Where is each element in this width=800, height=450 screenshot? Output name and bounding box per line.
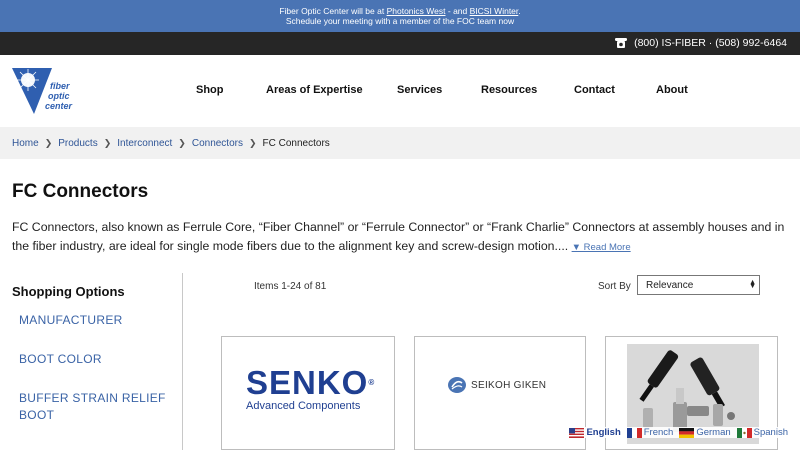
announcement-bar: Fiber Optic Center will be at Photonics …	[0, 0, 800, 32]
sort-select[interactable]: Relevance ▲ ▼	[637, 275, 760, 295]
mexican-flag-icon	[736, 427, 752, 438]
product-card-senko[interactable]: SENKO® Advanced Components	[221, 336, 395, 450]
nav-contact[interactable]: Contact	[574, 84, 615, 96]
registered-mark: ®	[368, 378, 376, 387]
language-german[interactable]: German	[679, 427, 731, 438]
senko-subtitle: Advanced Components	[246, 400, 361, 412]
breadcrumb-home[interactable]: Home	[12, 138, 39, 149]
phone-contact[interactable]: (800) IS-FIBER · (508) 992-6464	[614, 37, 787, 49]
telephone-icon	[615, 38, 628, 48]
french-flag-icon	[626, 427, 642, 438]
sort-caret-icon: ▲ ▼	[749, 279, 756, 290]
contact-bar: (800) IS-FIBER · (508) 992-6464	[0, 32, 800, 55]
nav-about[interactable]: About	[656, 84, 688, 96]
announcement-line-2[interactable]: Schedule your meeting with a member of t…	[0, 16, 800, 26]
senko-brand-text: SENKO	[246, 364, 369, 401]
language-german-label: German	[696, 427, 731, 438]
phone-numbers[interactable]: (800) IS-FIBER · (508) 992-6464	[634, 37, 787, 49]
seikoh-giken-logo: SEIKOH GIKEN	[447, 376, 546, 394]
announcement-line-1: Fiber Optic Center will be at Photonics …	[0, 6, 800, 16]
logo-text-center: center	[45, 101, 73, 111]
seikoh-giken-text: SEIKOH GIKEN	[471, 379, 547, 391]
nav-shop[interactable]: Shop	[196, 84, 224, 96]
senko-logo: SENKO® Advanced Components	[246, 366, 375, 413]
breadcrumb-connectors[interactable]: Connectors	[192, 138, 243, 149]
page-title: FC Connectors	[12, 181, 149, 202]
nav-resources[interactable]: Resources	[481, 84, 537, 96]
language-english-label: English	[586, 427, 621, 438]
chevron-right-icon: ❯	[178, 137, 186, 148]
chevron-right-icon: ❯	[103, 137, 112, 148]
photonics-west-link[interactable]: Photonics West	[387, 6, 446, 16]
announcement-text-mid: - and	[447, 6, 468, 16]
language-french-label: French	[643, 427, 674, 438]
german-flag-icon	[679, 427, 695, 438]
breadcrumb-interconnect[interactable]: Interconnect	[117, 138, 172, 149]
breadcrumb-products[interactable]: Products	[58, 138, 97, 149]
breadcrumb: Home ❯ Products ❯ Interconnect ❯ Connect…	[0, 127, 800, 159]
chevron-right-icon: ❯	[44, 137, 53, 148]
language-spanish[interactable]: Spanish	[736, 427, 788, 438]
seikoh-giken-emblem-icon	[448, 377, 466, 393]
us-flag-icon	[569, 427, 585, 438]
chevron-right-icon: ❯	[248, 137, 257, 148]
announcement-text-end: .	[518, 6, 521, 16]
announcement-text: Fiber Optic Center will be at	[279, 6, 385, 16]
language-french[interactable]: French	[626, 427, 674, 438]
main-nav: Shop Areas of Expertise Services Resourc…	[0, 84, 800, 98]
language-selector: English French German Spanish	[569, 427, 788, 438]
filter-buffer-strain-relief-boot[interactable]: BUFFER STRAIN RELIEF BOOT	[19, 390, 179, 424]
shopping-options-sidebar: Shopping Options MANUFACTURER BOOT COLOR…	[0, 273, 183, 450]
language-english[interactable]: English	[569, 427, 621, 438]
shopping-options-heading: Shopping Options	[12, 284, 125, 299]
sort-selected-value: Relevance	[646, 280, 694, 291]
item-count: Items 1-24 of 81	[254, 281, 327, 292]
nav-services[interactable]: Services	[397, 84, 442, 96]
product-card-seikoh-giken[interactable]: SEIKOH GIKEN	[414, 336, 586, 450]
language-spanish-label: Spanish	[753, 427, 788, 438]
bicsi-winter-link[interactable]: BICSI Winter	[470, 6, 519, 16]
sort-by-label: Sort By	[598, 281, 631, 292]
nav-areas-of-expertise[interactable]: Areas of Expertise	[266, 84, 363, 96]
site-header: fiber optic center Shop Areas of Experti…	[0, 55, 800, 127]
filter-boot-color[interactable]: BOOT COLOR	[19, 351, 179, 368]
description-text: FC Connectors, also known as Ferrule Cor…	[12, 220, 785, 253]
breadcrumb-current: FC Connectors	[262, 137, 330, 149]
category-description: FC Connectors, also known as Ferrule Cor…	[12, 218, 787, 257]
filter-manufacturer[interactable]: MANUFACTURER	[19, 312, 179, 329]
read-more-link[interactable]: ▼ Read More	[572, 242, 631, 253]
